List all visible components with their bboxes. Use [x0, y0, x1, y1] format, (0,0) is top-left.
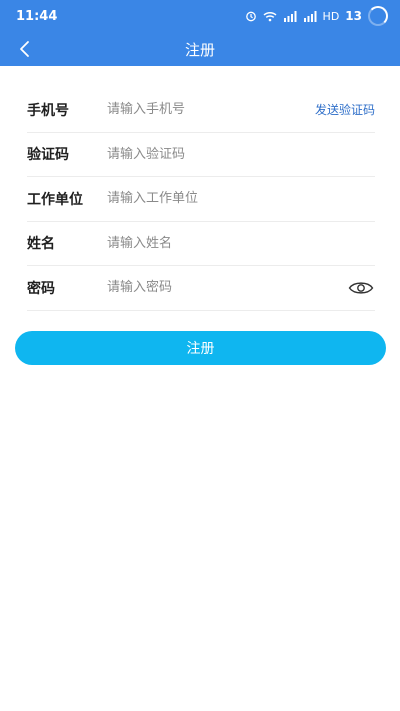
- code-input[interactable]: [107, 139, 375, 170]
- status-icons: HD 13: [245, 6, 388, 26]
- nav-bar: 注册: [0, 32, 400, 66]
- top-app-bar: 11:44 HD 13 注册: [0, 0, 400, 66]
- send-code-button[interactable]: 发送验证码: [315, 101, 375, 118]
- status-time: 11:44: [16, 9, 58, 24]
- signal-icon-2: [303, 10, 317, 22]
- alarm-icon: [245, 10, 257, 22]
- company-input[interactable]: [107, 183, 375, 214]
- register-button[interactable]: 注册: [15, 331, 386, 365]
- password-row: 密码: [27, 266, 375, 311]
- wifi-icon: [263, 11, 277, 22]
- network-type-label: HD: [322, 9, 340, 23]
- status-bar: 11:44 HD 13: [0, 0, 400, 32]
- phone-label: 手机号: [27, 102, 69, 119]
- battery-level: 13: [345, 9, 362, 23]
- name-label: 姓名: [27, 236, 55, 253]
- register-form: 手机号 发送验证码 验证码 工作单位 姓名 密码: [27, 88, 375, 311]
- eye-icon[interactable]: [347, 277, 375, 299]
- name-row: 姓名: [27, 222, 375, 266]
- password-label: 密码: [27, 280, 55, 297]
- code-row: 验证码: [27, 133, 375, 177]
- password-input[interactable]: [107, 272, 347, 303]
- company-row: 工作单位: [27, 177, 375, 222]
- phone-row: 手机号 发送验证码: [27, 88, 375, 133]
- phone-input[interactable]: [107, 94, 315, 125]
- code-label: 验证码: [27, 147, 69, 164]
- page-title: 注册: [184, 41, 215, 59]
- loading-spinner-icon: [368, 6, 388, 26]
- name-input[interactable]: [107, 228, 375, 259]
- company-label: 工作单位: [27, 191, 83, 208]
- signal-icon-1: [283, 10, 297, 22]
